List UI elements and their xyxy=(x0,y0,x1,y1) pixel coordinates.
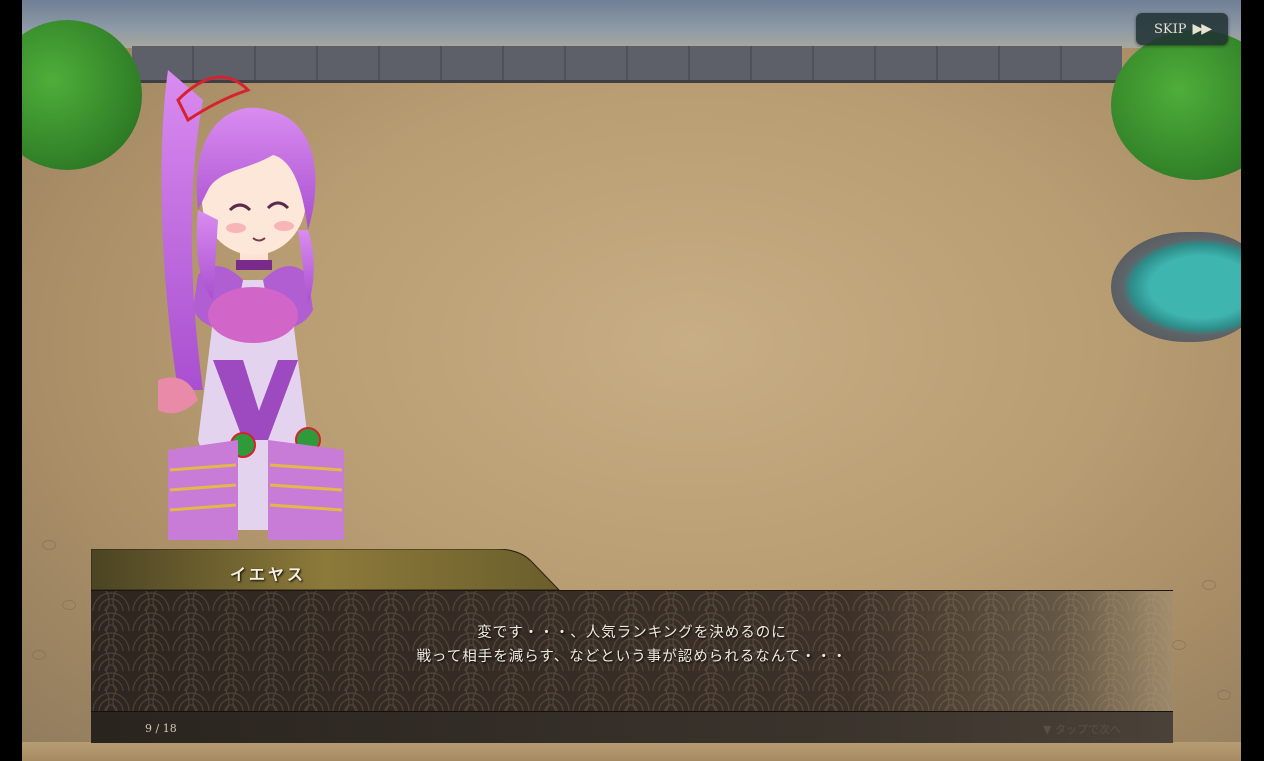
pebble xyxy=(42,540,56,550)
chest-plate xyxy=(208,287,298,343)
fast-forward-icon: ▶▶ xyxy=(1192,21,1211,37)
ground-edge xyxy=(22,742,1241,761)
speaker-name-plate xyxy=(91,549,561,591)
dialogue-line: 変です・・・、人気ランキングを決めるのに xyxy=(477,625,787,641)
dialogue-line: 戦って相手を減らす、などという事が認められるなんて・・・ xyxy=(416,649,848,665)
battlefield-background: SKIP ▶▶ イエヤス 変です・・・、人気ランキングを決めるのに 戦って相手を… xyxy=(22,0,1241,761)
skip-button[interactable]: SKIP ▶▶ xyxy=(1136,13,1228,45)
pebble xyxy=(32,650,46,660)
pond xyxy=(1111,232,1241,342)
dialogue-status-bar: 9 / 18 ▼ タップで次へ xyxy=(91,711,1173,743)
bush-right xyxy=(1111,30,1241,180)
pebble xyxy=(1217,690,1231,700)
pebble xyxy=(1202,580,1216,590)
character-portrait xyxy=(158,70,344,540)
page-counter: 9 / 18 xyxy=(145,722,177,735)
choker xyxy=(236,260,272,270)
skip-label: SKIP xyxy=(1153,21,1187,37)
dialogue-box[interactable]: 変です・・・、人気ランキングを決めるのに 戦って相手を減らす、などという事が認め… xyxy=(91,590,1173,712)
pebble xyxy=(1172,640,1186,650)
speaker-name: イエヤス xyxy=(230,565,306,584)
next-hint[interactable]: ▼ タップで次へ xyxy=(1043,721,1121,737)
pebble xyxy=(62,600,76,610)
sky-wall-top xyxy=(22,0,1241,48)
